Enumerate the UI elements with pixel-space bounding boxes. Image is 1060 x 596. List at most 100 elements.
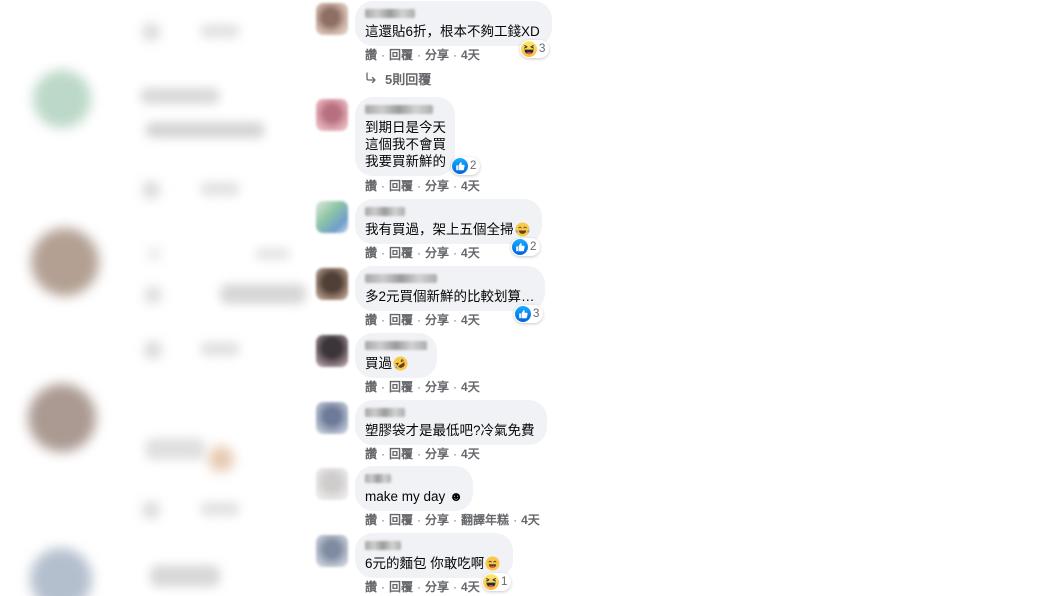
timestamp-link[interactable]: 4天 <box>461 447 480 461</box>
like-link[interactable]: 讚 <box>365 179 377 193</box>
commenter-avatar[interactable] <box>316 99 348 131</box>
separator: · <box>381 48 386 62</box>
timestamp-link[interactable]: 4天 <box>461 246 480 260</box>
blurred-text <box>200 502 240 516</box>
reaction-badge[interactable]: 3 <box>514 305 544 323</box>
share-link[interactable]: 分享 <box>425 246 449 260</box>
commenter-name-blurred[interactable] <box>365 474 391 483</box>
reply-link[interactable]: 回覆 <box>389 513 413 527</box>
blurred-avatar <box>33 70 91 128</box>
comment-actions: 讚 · 回覆 · 分享 · 4天 <box>365 312 480 328</box>
like-link[interactable]: 讚 <box>365 313 377 327</box>
like-link[interactable]: 讚 <box>365 246 377 260</box>
like-link[interactable]: 讚 <box>365 447 377 461</box>
commenter-name-blurred[interactable] <box>365 207 405 216</box>
share-link[interactable]: 分享 <box>425 447 449 461</box>
timestamp-link[interactable]: 4天 <box>521 513 540 527</box>
commenter-avatar[interactable] <box>316 402 348 434</box>
comment-text-content: 買過 <box>365 356 392 371</box>
like-link[interactable]: 讚 <box>365 380 377 394</box>
share-link[interactable]: 分享 <box>425 580 449 594</box>
blurred-text <box>200 342 240 356</box>
separator: · <box>381 246 386 260</box>
separator: · <box>417 48 422 62</box>
timestamp-link[interactable]: 4天 <box>461 380 480 394</box>
separator: · <box>453 380 458 394</box>
comment: 我有買過，架上五個全掃 2 讚 · 回覆 · 分享 · 4天 <box>316 199 578 260</box>
reaction-count: 2 <box>470 160 477 172</box>
reply-link[interactable]: 回覆 <box>389 380 413 394</box>
blurred-avatar <box>30 548 92 596</box>
reaction-badge[interactable]: 2 <box>511 238 541 256</box>
reply-link[interactable]: 回覆 <box>389 246 413 260</box>
separator: · <box>381 580 386 594</box>
commenter-avatar[interactable] <box>316 3 348 35</box>
comment-bubble: 買過 <box>355 333 437 378</box>
comment-text: 我有買過，架上五個全掃 <box>365 221 530 238</box>
share-link[interactable]: 分享 <box>425 313 449 327</box>
like-reaction-icon <box>452 158 468 174</box>
commenter-name-blurred[interactable] <box>365 408 405 417</box>
separator: · <box>453 246 458 260</box>
comment-text: 我要買新鮮的 <box>365 154 446 169</box>
comment-bubble: make my day ☻ <box>355 466 473 511</box>
reaction-badge[interactable]: 3 <box>520 40 550 58</box>
commenter-avatar[interactable] <box>316 201 348 233</box>
comment-bubble: 塑膠袋才是最低吧?冷氣免費 <box>355 400 547 445</box>
comment-bubble: 到期日是今天 這個我不會買 我要買新鮮的 <box>355 97 455 176</box>
comment: make my day ☻ 讚 · 回覆 · 分享 · 翻譯年糕 · 4天 <box>316 466 578 527</box>
reply-link[interactable]: 回覆 <box>389 179 413 193</box>
commenter-name-blurred[interactable] <box>365 341 427 350</box>
commenter-name-blurred[interactable] <box>365 274 437 283</box>
comment-text: 這個我不會買 <box>365 137 446 152</box>
like-link[interactable]: 讚 <box>365 48 377 62</box>
separator: · <box>453 580 458 594</box>
blurred-text <box>255 248 290 260</box>
timestamp-link[interactable]: 4天 <box>461 48 480 62</box>
reply-link[interactable]: 回覆 <box>389 313 413 327</box>
timestamp-link[interactable]: 4天 <box>461 313 480 327</box>
haha-reaction-icon <box>483 574 499 590</box>
reaction-badge[interactable]: 1 <box>482 573 512 591</box>
comment-bubble: 我有買過，架上五個全掃 <box>355 199 542 244</box>
share-link[interactable]: 分享 <box>425 513 449 527</box>
translate-link[interactable]: 翻譯年糕 <box>461 513 509 527</box>
reaction-badge[interactable]: 2 <box>451 157 481 175</box>
comment: 買過 讚 · 回覆 · 分享 · 4天 <box>316 333 578 394</box>
reply-link[interactable]: 回覆 <box>389 48 413 62</box>
comment-text: 這還貼6折，根本不夠工錢XD <box>365 24 540 39</box>
view-replies-link[interactable]: 5則回覆 <box>365 69 431 87</box>
like-link[interactable]: 讚 <box>365 513 377 527</box>
reply-link[interactable]: 回覆 <box>389 447 413 461</box>
blurred-text <box>220 284 306 304</box>
like-reaction-icon <box>512 239 528 255</box>
commenter-name-blurred[interactable] <box>365 9 415 18</box>
blurred-dot <box>145 342 161 358</box>
commenter-name-blurred[interactable] <box>365 541 401 550</box>
blurred-avatar <box>28 384 96 452</box>
blurred-text <box>145 122 265 138</box>
commenter-avatar[interactable] <box>316 535 348 567</box>
separator: · <box>381 179 386 193</box>
blurred-dot <box>143 182 159 198</box>
comment-actions: 讚 · 回覆 · 分享 · 4天 <box>365 379 480 395</box>
commenter-avatar[interactable] <box>316 268 348 300</box>
haha-reaction-icon <box>521 41 537 57</box>
comment-actions: 讚 · 回覆 · 分享 · 4天 <box>365 579 480 595</box>
reaction-count: 3 <box>533 308 540 320</box>
commenter-avatar[interactable] <box>316 335 348 367</box>
share-link[interactable]: 分享 <box>425 179 449 193</box>
share-link[interactable]: 分享 <box>425 48 449 62</box>
commenter-name-blurred[interactable] <box>365 105 433 114</box>
separator: · <box>453 313 458 327</box>
timestamp-link[interactable]: 4天 <box>461 179 480 193</box>
like-link[interactable]: 讚 <box>365 580 377 594</box>
share-link[interactable]: 分享 <box>425 380 449 394</box>
separator: · <box>417 179 422 193</box>
timestamp-link[interactable]: 4天 <box>461 580 480 594</box>
comment-actions: 讚 · 回覆 · 分享 · 4天 <box>365 47 480 63</box>
comment: 多2元買個新鮮的比較划算… 3 讚 · 回覆 · 分享 · 4天 <box>316 266 578 327</box>
replies-count-label[interactable]: 5則回覆 <box>385 69 431 88</box>
commenter-avatar[interactable] <box>316 468 348 500</box>
reply-link[interactable]: 回覆 <box>389 580 413 594</box>
